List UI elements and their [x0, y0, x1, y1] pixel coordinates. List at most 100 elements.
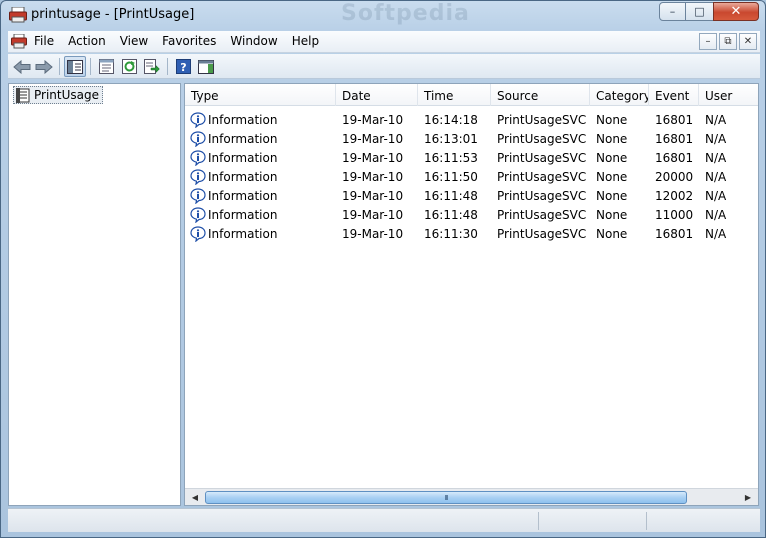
cell-date: 19-Mar-10: [342, 226, 404, 241]
list-header: Type Date Time Source Category Event Use…: [185, 84, 758, 106]
show-action-pane-button[interactable]: [195, 56, 217, 77]
forward-icon: [35, 59, 53, 74]
back-button[interactable]: [11, 56, 33, 77]
help-icon: ?: [175, 59, 191, 74]
watermark-text: Softpedia: [341, 1, 470, 26]
console-tree-pane: PrintUsage: [8, 83, 181, 506]
horizontal-scrollbar[interactable]: ◀ III ▶: [185, 488, 758, 505]
table-row[interactable]: Information 19-Mar-10 16:11:50 PrintUsageSV…: [185, 167, 758, 186]
cell-type: Information: [185, 168, 336, 185]
cell-event: 16801: [655, 226, 694, 241]
cell-time: 16:11:48: [424, 188, 478, 203]
toolbar-separator: [90, 58, 91, 75]
cell-user: N/A: [705, 188, 727, 203]
title-bar[interactable]: printusage - [PrintUsage] Softpedia – □ …: [1, 1, 765, 31]
refresh-icon: [121, 59, 137, 74]
column-header-category[interactable]: Category: [590, 84, 649, 106]
cell-type-label: Information: [208, 207, 278, 222]
menu-view[interactable]: View: [120, 34, 148, 48]
table-row[interactable]: Information 19-Mar-10 16:11:53 PrintUsageSV…: [185, 148, 758, 167]
cell-type-label: Information: [208, 131, 278, 146]
column-header-type[interactable]: Type: [185, 84, 336, 106]
cell-type: Information: [185, 111, 336, 128]
window-title: printusage - [PrintUsage]: [31, 7, 195, 22]
information-icon: [190, 187, 206, 204]
forward-button[interactable]: [33, 56, 55, 77]
information-icon: [190, 168, 206, 185]
minimize-button[interactable]: –: [659, 2, 686, 21]
information-icon: [190, 130, 206, 147]
cell-time: 16:11:53: [424, 150, 478, 165]
column-header-source[interactable]: Source: [491, 84, 590, 106]
tree-item-printusage[interactable]: PrintUsage: [13, 86, 103, 104]
cell-type: Information: [185, 225, 336, 242]
menu-help[interactable]: Help: [292, 34, 319, 48]
scroll-right-button[interactable]: ▶: [740, 490, 756, 505]
information-icon: [190, 111, 206, 128]
cell-date: 19-Mar-10: [342, 150, 404, 165]
cell-category: None: [596, 150, 628, 165]
status-bar: [8, 508, 760, 532]
cell-type: Information: [185, 187, 336, 204]
table-row[interactable]: Information 19-Mar-10 16:11:30 PrintUsageSV…: [185, 224, 758, 243]
cell-source: PrintUsageSVC: [497, 207, 587, 222]
svg-text:?: ?: [180, 61, 186, 74]
cell-user: N/A: [705, 226, 727, 241]
show-action-pane-icon: [198, 59, 214, 74]
properties-icon: [98, 59, 114, 74]
status-section: [646, 512, 756, 530]
column-header-event[interactable]: Event: [649, 84, 699, 106]
column-header-user[interactable]: User: [699, 84, 758, 106]
child-restore-button[interactable]: ⧉: [719, 33, 737, 50]
menu-action[interactable]: Action: [68, 34, 106, 48]
cell-date: 19-Mar-10: [342, 169, 404, 184]
cell-event: 11000: [655, 207, 694, 222]
menu-window[interactable]: Window: [230, 34, 277, 48]
column-header-date[interactable]: Date: [336, 84, 418, 106]
cell-time: 16:11:48: [424, 207, 478, 222]
table-row[interactable]: Information 19-Mar-10 16:14:18 PrintUsageSV…: [185, 110, 758, 129]
cell-user: N/A: [705, 207, 727, 222]
cell-category: None: [596, 188, 628, 203]
table-row[interactable]: Information 19-Mar-10 16:13:01 PrintUsageSV…: [185, 129, 758, 148]
cell-event: 12002: [655, 188, 694, 203]
scroll-left-button[interactable]: ◀: [187, 490, 203, 505]
information-icon: [190, 225, 206, 242]
cell-user: N/A: [705, 112, 727, 127]
close-button[interactable]: ✕: [713, 2, 759, 21]
properties-button[interactable]: [95, 56, 117, 77]
export-list-icon: [144, 59, 160, 74]
cell-event: 20000: [655, 169, 694, 184]
cell-type: Information: [185, 206, 336, 223]
maximize-button[interactable]: □: [686, 2, 713, 21]
cell-date: 19-Mar-10: [342, 131, 404, 146]
export-list-button[interactable]: [141, 56, 163, 77]
child-close-button[interactable]: ✕: [739, 33, 757, 50]
cell-source: PrintUsageSVC: [497, 188, 587, 203]
back-icon: [13, 59, 31, 74]
cell-event: 16801: [655, 150, 694, 165]
column-header-time[interactable]: Time: [418, 84, 491, 106]
cell-type-label: Information: [208, 150, 278, 165]
printer-app-icon: [9, 7, 27, 23]
cell-event: 16801: [655, 131, 694, 146]
cell-category: None: [596, 131, 628, 146]
help-button[interactable]: ?: [172, 56, 194, 77]
cell-category: None: [596, 226, 628, 241]
console-printer-icon[interactable]: [11, 34, 27, 49]
table-row[interactable]: Information 19-Mar-10 16:11:48 PrintUsageSV…: [185, 186, 758, 205]
scroll-thumb[interactable]: III: [205, 491, 687, 504]
refresh-button[interactable]: [118, 56, 140, 77]
cell-type-label: Information: [208, 226, 278, 241]
table-row[interactable]: Information 19-Mar-10 16:11:48 PrintUsageSV…: [185, 205, 758, 224]
cell-source: PrintUsageSVC: [497, 112, 587, 127]
menu-favorites[interactable]: Favorites: [162, 34, 216, 48]
menu-file[interactable]: File: [34, 34, 54, 48]
information-icon: [190, 149, 206, 166]
cell-category: None: [596, 169, 628, 184]
event-log-icon: [16, 87, 30, 103]
event-rows: Information 19-Mar-10 16:14:18 PrintUsageSV…: [185, 110, 758, 243]
cell-category: None: [596, 112, 628, 127]
show-hide-tree-button[interactable]: [64, 56, 86, 77]
child-minimize-button[interactable]: –: [699, 33, 717, 50]
